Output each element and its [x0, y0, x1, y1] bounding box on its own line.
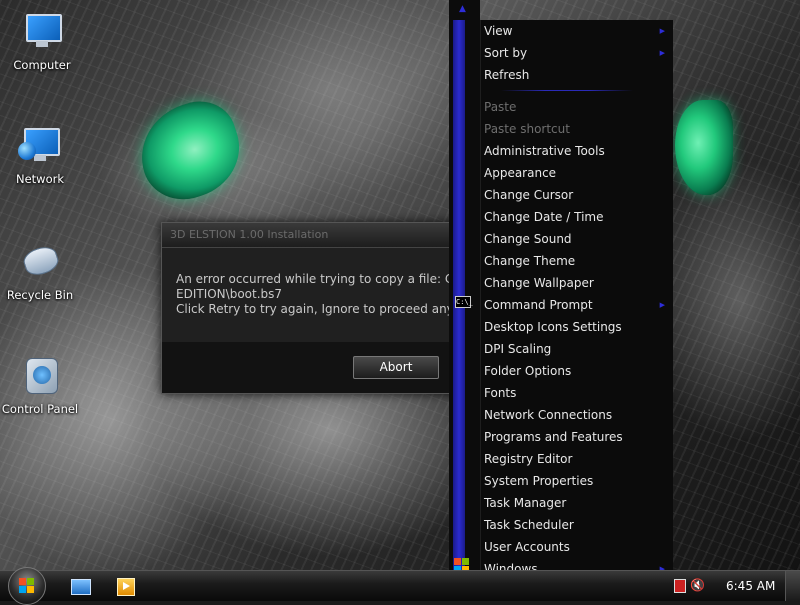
menu-item-administrative-tools[interactable]: Administrative Tools: [481, 140, 673, 162]
submenu-arrow-icon: ▶: [659, 301, 665, 309]
desktop-icon-label: Control Panel: [1, 402, 79, 416]
recycle-bin-icon: [18, 240, 62, 284]
menu-item-label: Task Scheduler: [484, 518, 574, 532]
menu-item-label: Command Prompt: [484, 298, 593, 312]
menu-item-label: Refresh: [484, 68, 530, 82]
menu-item-label: Folder Options: [484, 364, 572, 378]
scroll-up-arrow-icon[interactable]: ▲: [459, 4, 466, 14]
menu-item-task-manager[interactable]: Task Manager: [481, 492, 673, 514]
wallpaper-cat-eye-right: [675, 100, 733, 195]
dialog-footer: Abort: [162, 342, 462, 392]
desktop-icon-label: Computer: [13, 58, 71, 72]
dialog-message-line: An error occurred while trying to copy a…: [176, 272, 462, 286]
menu-item-dpi-scaling[interactable]: DPI Scaling: [481, 338, 673, 360]
network-status-icon[interactable]: [674, 579, 686, 593]
menu-item-view[interactable]: View ▶: [481, 20, 673, 42]
taskbar-clock[interactable]: 6:45 AM: [726, 571, 775, 601]
menu-item-sort-by[interactable]: Sort by ▶: [481, 42, 673, 64]
menu-item-registry-editor[interactable]: Registry Editor: [481, 448, 673, 470]
menu-item-label: DPI Scaling: [484, 342, 552, 356]
menu-item-label: Administrative Tools: [484, 144, 605, 158]
menu-item-change-wallpaper[interactable]: Change Wallpaper: [481, 272, 673, 294]
menu-item-label: Task Manager: [484, 496, 567, 510]
menu-item-label: Desktop Icons Settings: [484, 320, 622, 334]
windows-logo-icon: [19, 578, 35, 594]
menu-item-change-cursor[interactable]: Change Cursor: [481, 184, 673, 206]
menu-item-label: View: [484, 24, 513, 38]
folder-icon[interactable]: [68, 574, 92, 598]
menu-item-paste: Paste: [481, 96, 673, 118]
wallpaper-cat-eye-left: [128, 91, 252, 211]
computer-icon: [20, 10, 64, 54]
menu-item-label: Sort by: [484, 46, 528, 60]
menu-item-network-connections[interactable]: Network Connections: [481, 404, 673, 426]
menu-separator: [501, 90, 633, 91]
menu-item-change-date-time[interactable]: Change Date / Time: [481, 206, 673, 228]
menu-item-paste-shortcut: Paste shortcut: [481, 118, 673, 140]
menu-item-label: Change Theme: [484, 254, 576, 268]
menu-item-task-scheduler[interactable]: Task Scheduler: [481, 514, 673, 536]
desktop-icon-control-panel[interactable]: Control Panel: [0, 354, 82, 416]
menu-item-label: Change Date / Time: [484, 210, 604, 224]
desktop-icon-computer[interactable]: Computer: [0, 10, 84, 72]
menu-item-label: User Accounts: [484, 540, 570, 554]
taskbar: 🔇 6:45 AM: [0, 567, 800, 605]
network-icon: [18, 124, 62, 168]
start-button[interactable]: [8, 567, 46, 605]
desktop-icon-label: Network: [15, 172, 65, 186]
menu-item-fonts[interactable]: Fonts: [481, 382, 673, 404]
menu-item-label: Paste: [484, 100, 517, 114]
command-prompt-icon: C:\_: [455, 296, 473, 308]
submenu-arrow-icon: ▶: [659, 27, 665, 35]
error-dialog: 3D ELSTION 1.00 Installation An error oc…: [161, 222, 463, 394]
dialog-message-line: EDITION\boot.bs7: [176, 287, 283, 301]
menu-item-folder-options[interactable]: Folder Options: [481, 360, 673, 382]
volume-muted-icon[interactable]: 🔇: [690, 578, 705, 592]
menu-item-system-properties[interactable]: System Properties: [481, 470, 673, 492]
control-panel-icon: [18, 354, 62, 398]
menu-item-user-accounts[interactable]: User Accounts: [481, 536, 673, 558]
show-desktop-button[interactable]: [785, 571, 800, 601]
desktop-icon-label: Recycle Bin: [6, 288, 74, 302]
submenu-arrow-icon: ▶: [659, 49, 665, 57]
menu-item-change-theme[interactable]: Change Theme: [481, 250, 673, 272]
menu-item-refresh[interactable]: Refresh: [481, 64, 673, 86]
menu-item-label: Fonts: [484, 386, 517, 400]
desktop-icon-network[interactable]: Network: [0, 124, 82, 186]
context-menu-icon-strip: ▲ C:\_ ▼: [449, 0, 480, 600]
abort-button[interactable]: Abort: [353, 356, 439, 379]
menu-item-label: System Properties: [484, 474, 594, 488]
menu-item-label: Change Wallpaper: [484, 276, 594, 290]
menu-item-label: Appearance: [484, 166, 557, 180]
dialog-message-line: Click Retry to try again, Ignore to proc…: [176, 302, 462, 316]
menu-item-label: Programs and Features: [484, 430, 623, 444]
menu-item-label: Network Connections: [484, 408, 613, 422]
menu-item-command-prompt[interactable]: Command Prompt ▶: [481, 294, 673, 316]
menu-item-desktop-icons-settings[interactable]: Desktop Icons Settings: [481, 316, 673, 338]
context-menu: View ▶ Sort by ▶ Refresh Paste Paste shortcut A…: [480, 20, 673, 580]
desktop-icon-recycle-bin[interactable]: Recycle Bin: [0, 240, 82, 302]
menu-item-programs-and-features[interactable]: Programs and Features: [481, 426, 673, 448]
menu-item-label: Registry Editor: [484, 452, 573, 466]
menu-item-label: Change Cursor: [484, 188, 574, 202]
menu-item-label: Paste shortcut: [484, 122, 570, 136]
media-player-icon[interactable]: [114, 574, 138, 598]
dialog-title[interactable]: 3D ELSTION 1.00 Installation: [162, 223, 462, 248]
menu-item-label: Change Sound: [484, 232, 572, 246]
menu-item-change-sound[interactable]: Change Sound: [481, 228, 673, 250]
menu-item-appearance[interactable]: Appearance: [481, 162, 673, 184]
dialog-message: An error occurred while trying to copy a…: [162, 248, 462, 342]
